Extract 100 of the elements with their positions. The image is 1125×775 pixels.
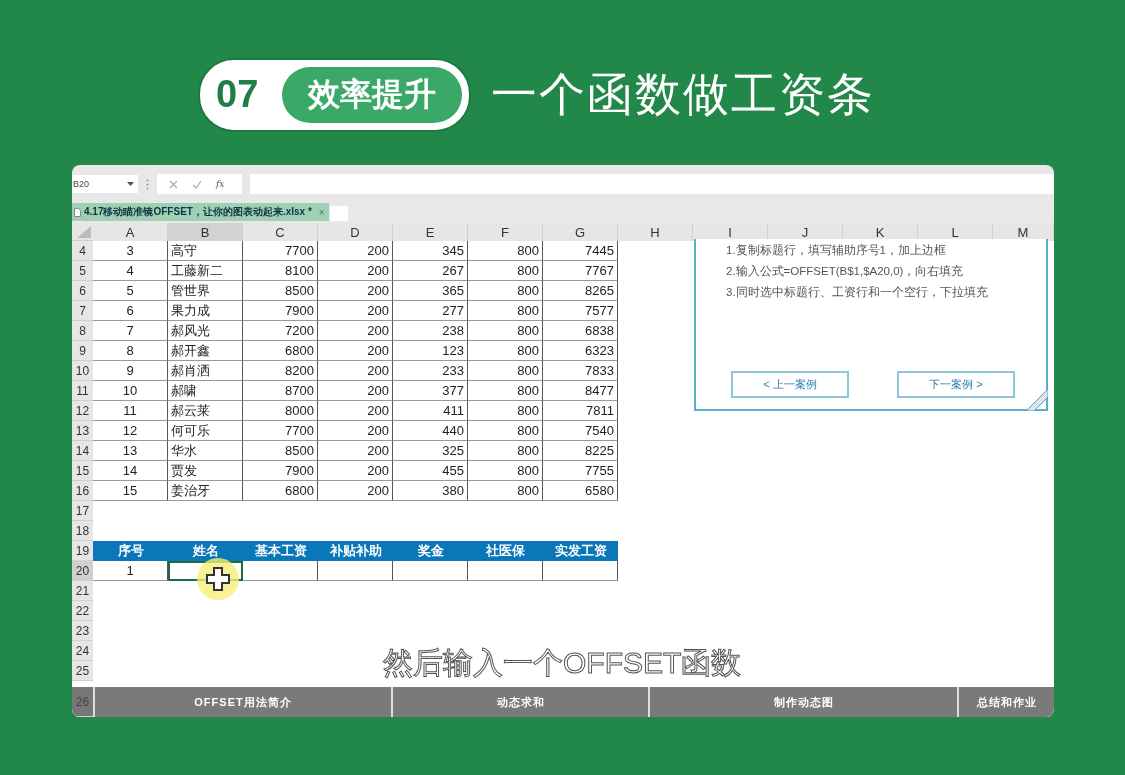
table-cell: 6800 xyxy=(243,341,318,361)
table-cell[interactable]: 1 xyxy=(93,561,168,581)
table-cell: 800 xyxy=(468,461,543,481)
row-header[interactable]: 17 xyxy=(72,501,93,521)
table-cell: 800 xyxy=(468,361,543,381)
table-cell: 10 xyxy=(93,381,168,401)
table-cell[interactable] xyxy=(168,561,243,581)
table-cell: 8000 xyxy=(243,401,318,421)
table-cell: 277 xyxy=(393,301,468,321)
table-cell: 800 xyxy=(468,301,543,321)
row-header[interactable]: 5 xyxy=(72,261,93,281)
section-number: 07 xyxy=(216,73,260,116)
row-header[interactable]: 13 xyxy=(72,421,93,441)
table-cell: 11 xyxy=(93,401,168,421)
row-header[interactable]: 8 xyxy=(72,321,93,341)
row-header[interactable]: 18 xyxy=(72,521,93,541)
row-header[interactable]: 24 xyxy=(72,641,93,661)
table-cell: 800 xyxy=(468,261,543,281)
nav-tab[interactable]: OFFSET用法简介 xyxy=(93,687,391,717)
table-cell: 郝云莱 xyxy=(168,401,243,421)
row-header[interactable]: 16 xyxy=(72,481,93,501)
table-cell: 377 xyxy=(393,381,468,401)
table-cell[interactable] xyxy=(393,561,468,581)
case-button[interactable]: 下一案例 > xyxy=(897,371,1015,398)
table-cell: 200 xyxy=(318,241,393,261)
nav-tab[interactable]: 动态求和 xyxy=(391,687,648,717)
row-header[interactable]: 11 xyxy=(72,381,93,401)
row-header[interactable]: 21 xyxy=(72,581,93,601)
table-cell[interactable] xyxy=(318,561,393,581)
column-header[interactable]: G xyxy=(543,223,618,241)
table-cell: 姜治牙 xyxy=(168,481,243,501)
table-cell[interactable] xyxy=(243,561,318,581)
nav-tab[interactable]: 总结和作业 xyxy=(957,687,1054,717)
table-cell: 267 xyxy=(393,261,468,281)
column-header[interactable]: F xyxy=(468,223,543,241)
table-cell: 何可乐 xyxy=(168,421,243,441)
table-cell: 200 xyxy=(318,381,393,401)
instruction-text: 3.同时选中标题行、工资行和一个空行，下拉填充 xyxy=(726,285,989,300)
row-header[interactable]: 22 xyxy=(72,601,93,621)
table-cell: 7445 xyxy=(543,241,618,261)
table-cell: 7 xyxy=(93,321,168,341)
table-cell: 123 xyxy=(393,341,468,361)
table-cell: 200 xyxy=(318,341,393,361)
document-icon xyxy=(74,207,81,217)
function-button[interactable]: fx xyxy=(216,179,225,189)
column-header[interactable]: H xyxy=(618,223,693,241)
table-cell: 7755 xyxy=(543,461,618,481)
workbook-tab[interactable]: 4.17移动瞄准镜OFFSET，让你的图表动起来.xlsx * × xyxy=(72,203,329,221)
table-cell: 200 xyxy=(318,281,393,301)
table-cell: 8700 xyxy=(243,381,318,401)
row-header[interactable]: 6 xyxy=(72,281,93,301)
check-icon[interactable] xyxy=(192,179,202,189)
select-all-button[interactable] xyxy=(72,223,93,241)
table-cell: 郝风光 xyxy=(168,321,243,341)
column-header[interactable]: C xyxy=(243,223,318,241)
row-header[interactable]: 25 xyxy=(72,661,93,681)
table-cell: 8265 xyxy=(543,281,618,301)
row-header[interactable]: 20 xyxy=(72,561,93,581)
table-cell: 7540 xyxy=(543,421,618,441)
row-header[interactable]: 9 xyxy=(72,341,93,361)
table-cell: 200 xyxy=(318,421,393,441)
table-cell: 6800 xyxy=(243,481,318,501)
row-header[interactable]: 10 xyxy=(72,361,93,381)
table-cell: 200 xyxy=(318,321,393,341)
table-cell[interactable] xyxy=(543,561,618,581)
formula-input[interactable] xyxy=(250,174,1054,194)
page-curl-icon xyxy=(1026,389,1048,411)
row-header[interactable]: 14 xyxy=(72,441,93,461)
table-cell: 345 xyxy=(393,241,468,261)
row-header[interactable]: 15 xyxy=(72,461,93,481)
column-header[interactable]: E xyxy=(393,223,468,241)
table-cell: 8200 xyxy=(243,361,318,381)
row-header[interactable]: 23 xyxy=(72,621,93,641)
table-cell: 高守 xyxy=(168,241,243,261)
case-button[interactable]: < 上一案例 xyxy=(731,371,849,398)
table-cell: 12 xyxy=(93,421,168,441)
column-heading: 社医保 xyxy=(468,541,543,561)
column-header[interactable]: D xyxy=(318,223,393,241)
cancel-icon[interactable] xyxy=(169,179,178,189)
nav-tab[interactable]: 制作动态图 xyxy=(648,687,957,717)
row-header[interactable]: 12 xyxy=(72,401,93,421)
table-cell: 800 xyxy=(468,421,543,441)
table-cell: 325 xyxy=(393,441,468,461)
table-cell[interactable] xyxy=(468,561,543,581)
row-header[interactable]: 19 xyxy=(72,541,93,561)
table-cell: 9 xyxy=(93,361,168,381)
instruction-text: 2.输入公式=OFFSET(B$1,$A20,0)，向右填充 xyxy=(726,264,965,279)
row-header[interactable]: 7 xyxy=(72,301,93,321)
video-subtitle: 然后输入一个OFFSET函数 xyxy=(383,645,742,681)
row-header[interactable]: 4 xyxy=(72,241,93,261)
name-box[interactable]: B20 xyxy=(72,175,138,193)
table-cell: 工藤新二 xyxy=(168,261,243,281)
table-cell: 管世界 xyxy=(168,281,243,301)
column-header[interactable]: B xyxy=(168,223,243,241)
caret-icon xyxy=(127,182,134,186)
table-cell: 8500 xyxy=(243,281,318,301)
close-tab-button[interactable]: × xyxy=(318,206,325,218)
table-cell: 6838 xyxy=(543,321,618,341)
table-cell: 郝啸 xyxy=(168,381,243,401)
table-cell: 800 xyxy=(468,381,543,401)
